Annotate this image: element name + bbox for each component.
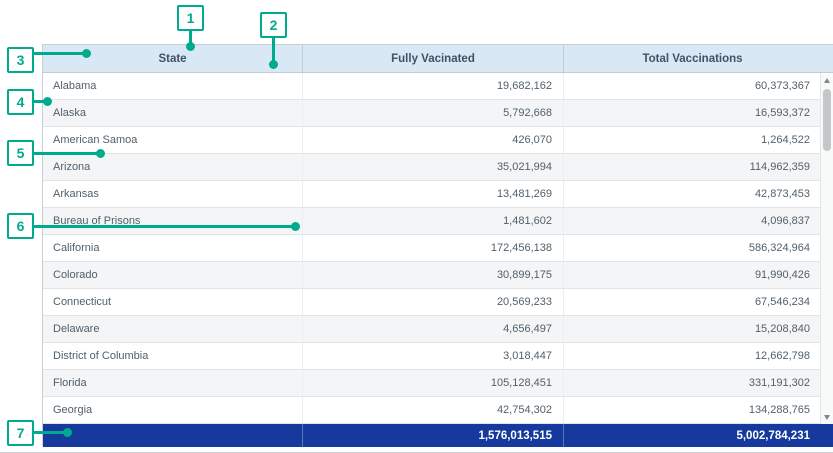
table-row[interactable]: Colorado30,899,17591,990,426 (43, 262, 833, 289)
cell-total-vaccinations: 331,191,302 (564, 370, 821, 396)
cell-fully-vaccinated: 42,754,302 (303, 397, 564, 423)
table-row[interactable]: District of Columbia3,018,44712,662,798 (43, 343, 833, 370)
table-header-row: State Fully Vacinated Total Vaccinations (43, 45, 833, 73)
cell-total-vaccinations: 12,662,798 (564, 343, 821, 369)
table-row[interactable]: California172,456,138586,324,964 (43, 235, 833, 262)
column-header-state[interactable]: State (43, 45, 303, 72)
cell-total-vaccinations: 1,264,522 (564, 127, 821, 153)
cell-total-vaccinations: 16,593,372 (564, 100, 821, 126)
cell-state: Arizona (43, 154, 303, 180)
annotation-6-connector-line (33, 225, 295, 228)
table-row[interactable]: Arizona35,021,994114,962,359 (43, 154, 833, 181)
cell-fully-vaccinated: 5,792,668 (303, 100, 564, 126)
cell-total-vaccinations: 4,096,837 (564, 208, 821, 234)
cell-state: Alaska (43, 100, 303, 126)
cell-fully-vaccinated: 35,021,994 (303, 154, 564, 180)
annotation-6-badge: 6 (7, 213, 34, 239)
annotation-5-connector-line (33, 152, 100, 155)
cell-state: Delaware (43, 316, 303, 342)
annotation-1-badge: 1 (177, 5, 204, 31)
cell-fully-vaccinated: 426,070 (303, 127, 564, 153)
cell-fully-vaccinated: 4,656,497 (303, 316, 564, 342)
vertical-scrollbar[interactable] (820, 73, 833, 424)
table-row[interactable]: Alaska5,792,66816,593,372 (43, 100, 833, 127)
cell-total-vaccinations: 91,990,426 (564, 262, 821, 288)
annotation-1-endpoint-dot (186, 42, 195, 51)
cell-state: District of Columbia (43, 343, 303, 369)
cell-total-vaccinations: 114,962,359 (564, 154, 821, 180)
cell-state: Bureau of Prisons (43, 208, 303, 234)
annotation-3-badge: 3 (7, 47, 34, 73)
cell-state: Colorado (43, 262, 303, 288)
cell-fully-vaccinated: 1,481,602 (303, 208, 564, 234)
annotation-7-badge: 7 (7, 420, 34, 446)
table-row[interactable]: Bureau of Prisons1,481,6024,096,837 (43, 208, 833, 235)
table-row[interactable]: Florida105,128,451331,191,302 (43, 370, 833, 397)
annotation-4-badge: 4 (7, 89, 34, 115)
cell-state: Alabama (43, 73, 303, 99)
cell-fully-vaccinated: 105,128,451 (303, 370, 564, 396)
totals-fully-vaccinated: 1,576,013,515 (303, 424, 564, 447)
annotation-7-endpoint-dot (63, 428, 72, 437)
table-row[interactable]: American Samoa426,0701,264,522 (43, 127, 833, 154)
cell-fully-vaccinated: 172,456,138 (303, 235, 564, 261)
table-body: Alabama19,682,16260,373,367Alaska5,792,6… (43, 73, 833, 424)
table-row[interactable]: Connecticut20,569,23367,546,234 (43, 289, 833, 316)
cell-state: Georgia (43, 397, 303, 423)
cell-state: California (43, 235, 303, 261)
cell-state: Florida (43, 370, 303, 396)
chevron-up-icon (824, 78, 830, 83)
cell-total-vaccinations: 60,373,367 (564, 73, 821, 99)
column-header-total-vaccinations[interactable]: Total Vaccinations (564, 45, 821, 72)
totals-total-vaccinations: 5,002,784,231 (564, 424, 821, 447)
vaccination-table: State Fully Vacinated Total Vaccinations… (42, 44, 833, 446)
cell-state: American Samoa (43, 127, 303, 153)
cell-total-vaccinations: 586,324,964 (564, 235, 821, 261)
column-header-fully-vaccinated[interactable]: Fully Vacinated (303, 45, 564, 72)
annotation-3-endpoint-dot (82, 49, 91, 58)
annotation-6-endpoint-dot (291, 222, 300, 231)
cell-total-vaccinations: 42,873,453 (564, 181, 821, 207)
annotation-4-endpoint-dot (43, 97, 52, 106)
cell-fully-vaccinated: 19,682,162 (303, 73, 564, 99)
annotation-5-badge: 5 (7, 140, 34, 166)
annotation-3-connector-line (33, 52, 86, 55)
cell-state: Arkansas (43, 181, 303, 207)
chevron-down-icon (824, 415, 830, 420)
totals-empty-cell (43, 424, 303, 447)
totals-row: 1,576,013,515 5,002,784,231 (43, 424, 833, 447)
annotation-2-badge: 2 (260, 12, 287, 38)
table-row[interactable]: Georgia42,754,302134,288,765 (43, 397, 833, 424)
vaccination-table-screenshot: State Fully Vacinated Total Vaccinations… (0, 0, 833, 453)
cell-fully-vaccinated: 20,569,233 (303, 289, 564, 315)
cell-total-vaccinations: 67,546,234 (564, 289, 821, 315)
cell-total-vaccinations: 134,288,765 (564, 397, 821, 423)
annotation-2-endpoint-dot (269, 60, 278, 69)
cell-total-vaccinations: 15,208,840 (564, 316, 821, 342)
cell-fully-vaccinated: 3,018,447 (303, 343, 564, 369)
table-row[interactable]: Delaware4,656,49715,208,840 (43, 316, 833, 343)
annotation-5-endpoint-dot (96, 149, 105, 158)
cell-fully-vaccinated: 13,481,269 (303, 181, 564, 207)
scrollbar-up-button[interactable] (821, 73, 833, 87)
scrollbar-down-button[interactable] (821, 410, 833, 424)
scrollbar-thumb[interactable] (823, 89, 831, 151)
annotation-7-connector-line (33, 431, 67, 434)
cell-fully-vaccinated: 30,899,175 (303, 262, 564, 288)
cell-state: Connecticut (43, 289, 303, 315)
table-row[interactable]: Alabama19,682,16260,373,367 (43, 73, 833, 100)
table-row[interactable]: Arkansas13,481,26942,873,453 (43, 181, 833, 208)
